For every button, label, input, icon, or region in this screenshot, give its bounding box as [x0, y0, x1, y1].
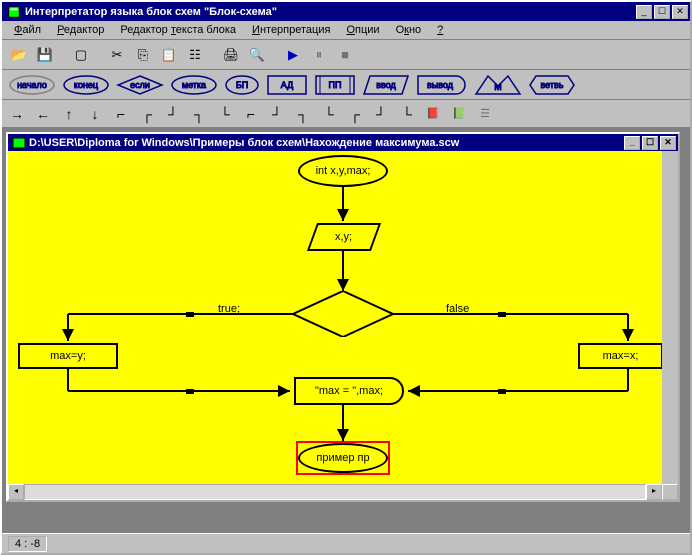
- arrow-c2-icon[interactable]: ┌: [346, 105, 364, 123]
- menu-interpretation[interactable]: Интерпретация: [244, 23, 338, 37]
- svg-text:если: если: [130, 80, 150, 90]
- child-maximize-button[interactable]: ☐: [642, 136, 658, 150]
- arrow-ul-icon[interactable]: └: [216, 105, 234, 123]
- vertical-scrollbar[interactable]: [662, 151, 678, 484]
- arrow-c3-icon[interactable]: ┘: [372, 105, 390, 123]
- child-close-button[interactable]: ✕: [660, 136, 676, 150]
- arrow-lu-icon[interactable]: ┘: [268, 105, 286, 123]
- svg-text:БП: БП: [236, 80, 248, 90]
- pause-icon[interactable]: ⏸: [308, 44, 330, 66]
- label-false: false: [446, 303, 469, 315]
- child-window: D:\USER\Diploma for Windows\Примеры блок…: [6, 132, 680, 502]
- app-icon: [6, 5, 22, 19]
- arrow-ur-icon[interactable]: ┌: [138, 105, 156, 123]
- arrow-right-icon[interactable]: →: [8, 105, 26, 123]
- svg-text:вывод: вывод: [427, 80, 454, 90]
- child-title-text: D:\USER\Diploma for Windows\Примеры блок…: [29, 137, 622, 149]
- minimize-button[interactable]: _: [636, 5, 652, 19]
- svg-text:ветвь: ветвь: [541, 80, 564, 90]
- arrow-rd-icon[interactable]: ┐: [190, 105, 208, 123]
- block-b-icon[interactable]: 📗: [450, 105, 468, 123]
- arrow-left-icon[interactable]: ←: [34, 105, 52, 123]
- status-coords: 4 : -8: [8, 536, 47, 552]
- stop-icon[interactable]: ■: [334, 44, 356, 66]
- node-input[interactable]: x,y;: [307, 223, 381, 251]
- arrow-up-icon[interactable]: ↑: [60, 105, 78, 123]
- child-minimize-button[interactable]: _: [624, 136, 640, 150]
- node-declare[interactable]: int x,y,max;: [298, 155, 388, 187]
- menu-help[interactable]: ?: [429, 23, 451, 37]
- arrow-ru-icon[interactable]: ┘: [164, 105, 182, 123]
- shape-start[interactable]: начало: [8, 74, 56, 96]
- cut-icon[interactable]: ✂: [106, 44, 128, 66]
- flowchart-canvas[interactable]: int x,y,max; x,y; true; false max=y; max…: [8, 151, 662, 484]
- svg-text:М: М: [494, 82, 502, 92]
- maximize-button[interactable]: ☐: [654, 5, 670, 19]
- menu-options[interactable]: Опции: [338, 23, 387, 37]
- menu-block-text-editor[interactable]: Редактор текста блока: [112, 23, 244, 37]
- menu-file[interactable]: Файл: [6, 23, 49, 37]
- save-icon[interactable]: 💾: [34, 44, 56, 66]
- arrow-down-icon[interactable]: ↓: [86, 105, 104, 123]
- shape-label[interactable]: метка: [170, 74, 218, 96]
- shape-bp[interactable]: БП: [224, 74, 260, 96]
- arrow-c1-icon[interactable]: └: [320, 105, 338, 123]
- block-c-icon[interactable]: ☰: [476, 105, 494, 123]
- node-condition[interactable]: [293, 291, 393, 337]
- run-icon[interactable]: ▶: [282, 44, 304, 66]
- child-icon: [12, 137, 26, 149]
- menu-window[interactable]: Окно: [388, 23, 430, 37]
- svg-text:ввод: ввод: [376, 80, 396, 90]
- svg-text:начало: начало: [17, 80, 47, 90]
- window-title: Интерпретатор языка блок схем "Блок-схем…: [25, 6, 634, 18]
- shape-ad[interactable]: АД: [266, 74, 308, 96]
- node-output[interactable]: "max = ",max;: [294, 377, 404, 405]
- preview-icon[interactable]: 🔍: [246, 44, 268, 66]
- arrow-toolbar: → ← ↑ ↓ ⌐ ┌ ┘ ┐ └ ⌐ ┘ ┐ └ ┌ ┘ └ 📕 📗 ☰: [2, 100, 690, 128]
- shape-toolbar: начало конец если метка БП АД ПП ввод вы…: [2, 70, 690, 100]
- shape-end[interactable]: конец: [62, 74, 110, 96]
- statusbar: 4 : -8: [2, 533, 690, 553]
- svg-text:ПП: ПП: [329, 80, 342, 90]
- menubar: Файл Редактор Редактор текста блока Инте…: [2, 21, 690, 40]
- block-a-icon[interactable]: 📕: [424, 105, 442, 123]
- scroll-left-button[interactable]: ◂: [8, 484, 24, 500]
- app-window: Интерпретатор языка блок схем "Блок-схем…: [0, 0, 692, 555]
- paste-icon[interactable]: 📋: [158, 44, 180, 66]
- label-true: true;: [218, 303, 240, 315]
- titlebar[interactable]: Интерпретатор языка блок схем "Блок-схем…: [2, 2, 690, 21]
- props-icon[interactable]: ☷: [184, 44, 206, 66]
- arrow-ld-icon[interactable]: ⌐: [242, 105, 260, 123]
- shape-m[interactable]: М: [474, 74, 522, 96]
- menu-editor[interactable]: Редактор: [49, 23, 112, 37]
- node-max-x[interactable]: max=x;: [578, 343, 662, 369]
- copy-icon[interactable]: ⎘: [132, 44, 154, 66]
- svg-text:АД: АД: [281, 80, 293, 90]
- mdi-client-area: D:\USER\Diploma for Windows\Примеры блок…: [2, 128, 690, 533]
- horizontal-scrollbar[interactable]: ◂ ▸: [8, 484, 678, 500]
- node-max-y[interactable]: max=y;: [18, 343, 118, 369]
- svg-text:метка: метка: [182, 80, 206, 90]
- open-icon[interactable]: 📂: [8, 44, 30, 66]
- child-titlebar[interactable]: D:\USER\Diploma for Windows\Примеры блок…: [8, 134, 678, 151]
- shape-if[interactable]: если: [116, 74, 164, 96]
- new-icon[interactable]: ▢: [70, 44, 92, 66]
- arrow-c4-icon[interactable]: └: [398, 105, 416, 123]
- print-icon[interactable]: 🖨: [220, 44, 242, 66]
- shape-input[interactable]: ввод: [362, 74, 410, 96]
- node-end-selected[interactable]: пример пр: [298, 443, 388, 473]
- shape-pp[interactable]: ПП: [314, 74, 356, 96]
- arrow-dl-icon[interactable]: ┐: [294, 105, 312, 123]
- arrow-dr-icon[interactable]: ⌐: [112, 105, 130, 123]
- svg-text:конец: конец: [74, 80, 98, 90]
- size-grip[interactable]: [662, 484, 678, 500]
- shape-branch[interactable]: ветвь: [528, 74, 576, 96]
- scroll-right-button[interactable]: ▸: [646, 484, 662, 500]
- close-button[interactable]: ✕: [672, 5, 688, 19]
- shape-output[interactable]: вывод: [416, 74, 468, 96]
- file-toolbar: 📂 💾 ▢ ✂ ⎘ 📋 ☷ 🖨 🔍 ▶ ⏸ ■: [2, 40, 690, 70]
